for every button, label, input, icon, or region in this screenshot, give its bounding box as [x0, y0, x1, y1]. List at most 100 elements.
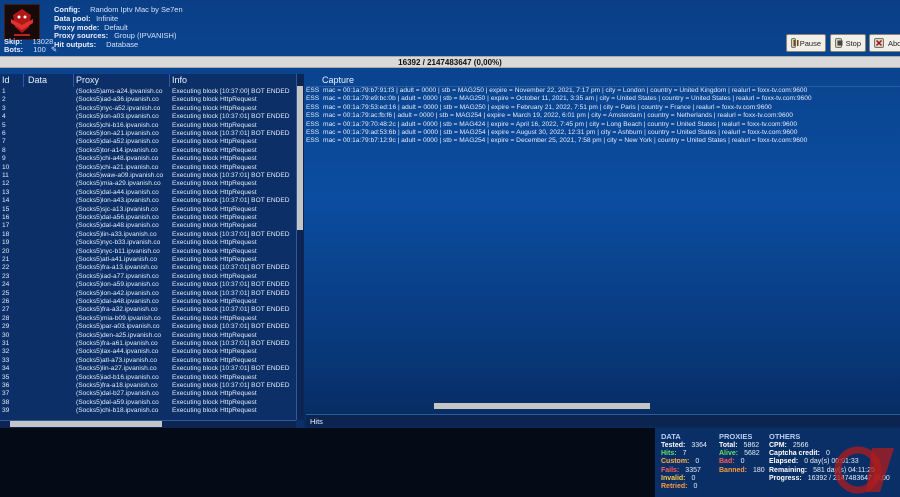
stats-data-header: DATA — [661, 432, 681, 441]
table-row[interactable]: 18 (Socks5)lin-a33.ipvanish.co Executing b… — [0, 231, 296, 239]
table-row[interactable]: 23 (Socks5)iad-a77.ipvanish.co Executing b… — [0, 273, 296, 281]
capture-row[interactable]: mac = 00:1a:79:70:48:2c | adult = 0000 |… — [323, 121, 797, 129]
col-header-data[interactable]: Data — [24, 74, 74, 87]
row-proxy: (Socks5)lon-a03.ipvanish.co — [76, 113, 159, 121]
stat-item: Bad: 0 — [719, 458, 744, 465]
table-row[interactable]: 25 (Socks5)lon-a42.ipvanish.co Executing b… — [0, 290, 296, 298]
col-header-info[interactable]: Info — [170, 74, 296, 87]
table-row[interactable]: 24 (Socks5)lon-a59.ipvanish.co Executing b… — [0, 281, 296, 289]
stop-button[interactable]: Stop — [830, 34, 866, 52]
table-row[interactable]: 11 (Socks5)waw-a09.ipvanish.co Executing b… — [0, 172, 296, 180]
row-info: Executing block [10:37:01] BOT ENDED — [172, 281, 290, 289]
row-info: Executing block [10:37:01] BOT ENDED — [172, 340, 290, 347]
table-row[interactable]: 17 (Socks5)dal-a48.ipvanish.co Executing b… — [0, 222, 296, 230]
capture-overflow-fragment: ESS — [306, 87, 320, 94]
stat-value: 3364 — [691, 442, 707, 449]
capture-row[interactable]: mac = 00:1a:79:53:ed:16 | adult = 0000 |… — [323, 104, 772, 112]
capture-row[interactable]: mac = 00:1a:79:ad:53:6b | adult = 0000 |… — [323, 129, 797, 137]
row-info: Executing block HttpRequest — [172, 356, 257, 364]
row-info: Executing block HttpRequest — [172, 138, 257, 146]
row-info: Executing block [10:37:00] BOT ENDED — [172, 88, 290, 95]
table-row[interactable]: 6 (Socks5)lon-a21.ipvanish.co Executing bl… — [0, 130, 296, 138]
abort-button[interactable]: Abor — [869, 34, 900, 52]
capture-header[interactable]: Capture — [306, 74, 900, 87]
row-id: 3 — [2, 104, 6, 112]
table-row[interactable]: 16 (Socks5)dal-a56.ipvanish.co Executing b… — [0, 214, 296, 222]
stat-label: CPM: — [769, 442, 787, 449]
row-info: Executing block HttpRequest — [172, 331, 257, 339]
table-row[interactable]: 7 (Socks5)dal-a52.ipvanish.co Executing bl… — [0, 138, 296, 146]
table-row[interactable]: 19 (Socks5)nyc-b33.ipvanish.co Executing b… — [0, 239, 296, 247]
edit-icon[interactable]: ✎ — [51, 45, 57, 54]
table-row[interactable]: 28 (Socks5)mia-b09.ipvanish.co Executing b… — [0, 315, 296, 323]
table-row[interactable]: 4 (Socks5)lon-a03.ipvanish.co Executing bl… — [0, 113, 296, 121]
table-row[interactable]: 3 (Socks5)nyc-a52.ipvanish.co Executing bl… — [0, 105, 296, 113]
bots-grid[interactable]: Id Data Proxy Info 1 (Socks5)ams-a24.ipva… — [0, 74, 304, 428]
table-row[interactable]: 39 (Socks5)chi-b18.ipvanish.co Executing b… — [0, 407, 296, 415]
capture-row[interactable]: mac = 00:1a:79:b7:91:f3 | adult = 0000 |… — [323, 87, 807, 95]
stat-label: Custom: — [661, 458, 690, 466]
table-row[interactable]: 36 (Socks5)fra-a18.ipvanish.co Executing b… — [0, 382, 296, 390]
table-row[interactable]: 21 (Socks5)atl-a41.ipvanish.co Executing b… — [0, 256, 296, 264]
row-info: Executing block HttpRequest — [172, 205, 257, 213]
table-row[interactable]: 30 (Socks5)den-a25.ipvanish.co Executing b… — [0, 332, 296, 340]
pause-button[interactable]: Pause — [786, 34, 826, 52]
row-info: Executing block HttpRequest — [172, 188, 257, 196]
grid-vertical-scroll-thumb[interactable] — [297, 86, 303, 230]
capture-row[interactable]: mac = 00:1a:79:b7:12:9c | adult = 0000 |… — [323, 137, 807, 145]
capture-row[interactable]: mac = 00:1a:79:e9:bc:0b | adult = 0000 |… — [323, 95, 812, 103]
stat-item: Total: 5862 — [719, 442, 759, 449]
table-row[interactable]: 32 (Socks5)lax-a44.ipvanish.co Executing b… — [0, 348, 296, 356]
row-info: Executing block HttpRequest — [172, 121, 257, 129]
table-row[interactable]: 14 (Socks5)lon-a43.ipvanish.co Executing b… — [0, 197, 296, 205]
table-row[interactable]: 20 (Socks5)nyc-b11.ipvanish.co Executing b… — [0, 248, 296, 256]
table-row[interactable]: 8 (Socks5)tor-a14.ipvanish.co Executing bl… — [0, 147, 296, 155]
table-row[interactable]: 35 (Socks5)iad-b16.ipvanish.co Executing b… — [0, 374, 296, 382]
table-row[interactable]: 13 (Socks5)dal-a44.ipvanish.co Executing b… — [0, 189, 296, 197]
table-row[interactable]: 2 (Socks5)iad-a36.ipvanish.co Executing bl… — [0, 96, 296, 104]
row-id: 34 — [2, 365, 10, 373]
table-row[interactable]: 31 (Socks5)fra-a61.ipvanish.co Executing b… — [0, 340, 296, 348]
stats-proxies-header: PROXIES — [719, 432, 753, 441]
capture-horizontal-scroll-thumb[interactable] — [434, 403, 650, 409]
table-row[interactable]: 27 (Socks5)fra-a32.ipvanish.co Executing b… — [0, 306, 296, 314]
row-id: 37 — [2, 390, 10, 398]
col-header-id[interactable]: Id — [0, 74, 24, 87]
table-row[interactable]: 9 (Socks5)chi-a48.ipvanish.co Executing bl… — [0, 155, 296, 163]
capture-row[interactable]: mac = 00:1a:79:ac:fb:f6 | adult = 0000 |… — [323, 112, 793, 120]
row-id: 32 — [2, 348, 10, 356]
pause-icon — [791, 38, 799, 48]
table-row[interactable]: 1 (Socks5)ams-a24.ipvanish.co Executing bl… — [0, 88, 296, 96]
table-row[interactable]: 5 (Socks5)chi-b16.ipvanish.co Executing bl… — [0, 122, 296, 130]
table-row[interactable]: 10 (Socks5)chi-a21.ipvanish.co Executing b… — [0, 164, 296, 172]
row-id: 20 — [2, 247, 10, 255]
row-proxy: (Socks5)lon-a42.ipvanish.co — [76, 289, 159, 297]
table-row[interactable]: 38 (Socks5)dal-a59.ipvanish.co Executing b… — [0, 399, 296, 407]
table-row[interactable]: 22 (Socks5)fra-a13.ipvanish.co Executing b… — [0, 264, 296, 272]
row-proxy: (Socks5)chi-b18.ipvanish.co — [76, 407, 159, 415]
row-proxy: (Socks5)lon-a43.ipvanish.co — [76, 197, 159, 205]
row-id: 33 — [2, 356, 10, 364]
row-id: 12 — [2, 180, 10, 188]
row-info: Executing block HttpRequest — [172, 155, 257, 163]
stat-label: Progress: — [769, 474, 802, 482]
table-row[interactable]: 12 (Socks5)mia-a29.ipvanish.co Executing b… — [0, 180, 296, 188]
row-id: 23 — [2, 272, 10, 280]
table-row[interactable]: 15 (Socks5)sjc-a13.ipvanish.co Executing b… — [0, 206, 296, 214]
stat-value: 5862 — [743, 442, 760, 449]
row-proxy: (Socks5)fra-a61.ipvanish.co — [76, 340, 158, 347]
table-row[interactable]: 34 (Socks5)lin-a27.ipvanish.co Executing b… — [0, 365, 296, 373]
row-proxy: (Socks5)mia-a29.ipvanish.co — [76, 180, 161, 188]
row-id: 31 — [2, 340, 10, 347]
row-id: 16 — [2, 214, 10, 221]
table-row[interactable]: 33 (Socks5)atl-a73.ipvanish.co Executing b… — [0, 357, 296, 365]
row-info: Executing block [10:37:01] BOT ENDED — [172, 382, 290, 389]
stat-item: Custom: 0 — [661, 458, 699, 465]
table-row[interactable]: 29 (Socks5)par-a03.ipvanish.co Executing b… — [0, 323, 296, 331]
table-row[interactable]: 37 (Socks5)dal-b27.ipvanish.co Executing b… — [0, 390, 296, 398]
grid-horizontal-scroll-thumb[interactable] — [10, 421, 162, 427]
table-row[interactable]: 26 (Socks5)dal-a48.ipvanish.co Executing b… — [0, 298, 296, 306]
col-header-proxy[interactable]: Proxy — [74, 74, 170, 87]
hits-panel-header[interactable]: Hits — [306, 414, 900, 427]
row-proxy: (Socks5)fra-a32.ipvanish.co — [76, 306, 158, 314]
